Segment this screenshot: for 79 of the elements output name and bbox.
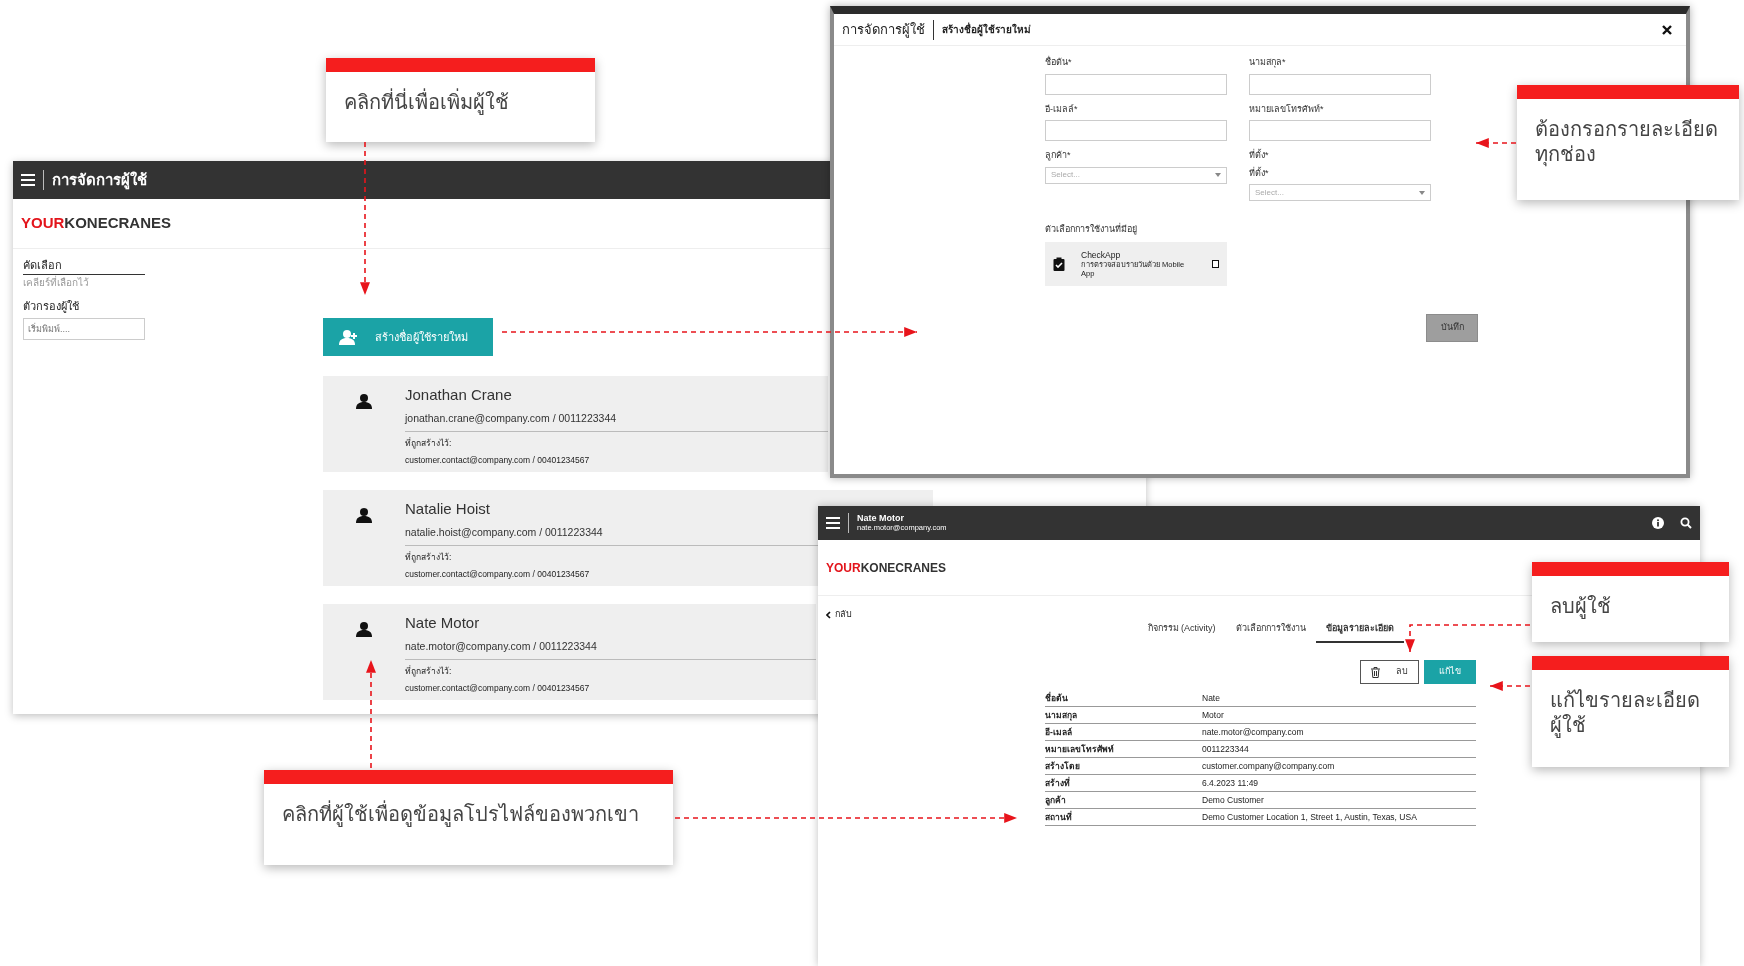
caret-down-icon bbox=[1215, 173, 1221, 177]
created-by-value: customer.contact@company.com / 00401234567 bbox=[405, 682, 590, 695]
user-name: Nate Motor bbox=[405, 613, 480, 633]
field-label: ที่ตั้ง* bbox=[1249, 166, 1270, 180]
page-title: การจัดการผู้ใช้ bbox=[52, 169, 147, 192]
menu-icon[interactable] bbox=[826, 517, 840, 529]
user-contact: nate.motor@company.com / 0011223344 bbox=[405, 638, 597, 654]
detail-label: นามสกุล bbox=[1045, 706, 1202, 724]
created-by-label: ที่ถูกสร้างไว้: bbox=[405, 437, 452, 450]
app-name: CheckApp bbox=[1081, 248, 1122, 260]
text-input[interactable] bbox=[1045, 120, 1227, 141]
user-card[interactable]: Jonathan Crane jonathan.crane@company.com / 0011223344 ที่ถูกสร้างไว้: customer.contact@company.com / 00401234567 bbox=[323, 376, 828, 472]
user-icon bbox=[356, 393, 372, 409]
detail-value: customer.company@company.com bbox=[1202, 757, 1476, 775]
detail-value: Motor bbox=[1202, 706, 1476, 724]
user-name: Natalie Hoist bbox=[405, 499, 491, 519]
callout-text: คลิกที่นี่เพื่อเพิ่มผู้ใช้ bbox=[326, 58, 595, 142]
trash-icon bbox=[1371, 666, 1380, 678]
detail-label: ชื่อต้น bbox=[1045, 690, 1202, 707]
tab[interactable]: กิจกรรม (Activity) bbox=[1137, 619, 1226, 643]
field-label: ชื่อต้น* bbox=[1045, 56, 1073, 69]
detail-value: Nate bbox=[1202, 690, 1476, 707]
created-by-value: customer.contact@company.com / 00401234567 bbox=[405, 568, 590, 581]
field-label: อี-เมลล์* bbox=[1045, 102, 1079, 116]
options-label: ตัวเลือกการใช้งานที่มีอยู่ bbox=[1045, 223, 1138, 237]
user-contact: jonathan.crane@company.com / 0011223344 bbox=[405, 410, 617, 426]
detail-value: nate.motor@company.com bbox=[1202, 723, 1476, 741]
dashed-arrow bbox=[1475, 138, 1517, 148]
user-icon bbox=[356, 621, 372, 637]
field-label: นามสกุล* bbox=[1249, 56, 1287, 70]
detail-value: 0011223344 bbox=[1202, 740, 1476, 758]
chevron-left-icon bbox=[826, 610, 831, 619]
tab[interactable]: ข้อมูลรายละเอียด bbox=[1315, 619, 1404, 643]
callout-text: คลิกที่ผู้ใช้เพื่อดูข้อมูลโปรไฟล์ของพวกเขา bbox=[264, 770, 673, 865]
user-name: Jonathan Crane bbox=[405, 385, 512, 405]
created-by-label: ที่ถูกสร้างไว้: bbox=[405, 665, 452, 678]
user-name: Nate Motor bbox=[857, 513, 905, 524]
field-label: ที่ตั้ง* bbox=[1249, 149, 1270, 162]
created-by-label: ที่ถูกสร้างไว้: bbox=[405, 551, 452, 564]
callout-text: ลบผู้ใช้ bbox=[1532, 562, 1729, 642]
filter-label: ตัวกรองผู้ใช้ bbox=[23, 298, 80, 314]
clipboard-check-icon bbox=[1053, 256, 1065, 271]
detail-label: ลูกค้า bbox=[1045, 791, 1202, 809]
search-icon[interactable] bbox=[1680, 517, 1692, 529]
callout-text: แก้ไขรายละเอียดผู้ใช้ bbox=[1532, 656, 1729, 767]
sort-label: คัดเลือก bbox=[23, 257, 145, 275]
detail-label: หมายเลขโทรศัพท์ bbox=[1045, 740, 1202, 758]
detail-label: สร้างที่ bbox=[1045, 774, 1202, 792]
user-icon bbox=[356, 507, 372, 523]
detail-label: อี-เมลล์ bbox=[1045, 723, 1202, 741]
dialog-title: การจัดการผู้ใช้ bbox=[842, 20, 925, 40]
back-link[interactable]: กลับ bbox=[818, 608, 860, 622]
tab[interactable]: ตัวเลือกการใช้งาน bbox=[1225, 619, 1316, 643]
close-icon[interactable] bbox=[1662, 24, 1672, 35]
detail-label: สถานที่ bbox=[1045, 808, 1202, 826]
field-label: ลูกค้า* bbox=[1045, 149, 1072, 163]
user-plus-icon bbox=[339, 329, 359, 345]
dialog-subtitle: สร้างชื่อผู้ใช้รายใหม่ bbox=[942, 22, 1031, 37]
text-input[interactable] bbox=[1045, 73, 1227, 95]
field-label: หมายเลขโทรศัพท์* bbox=[1249, 102, 1325, 116]
text-input[interactable] bbox=[1249, 120, 1431, 141]
checkbox[interactable] bbox=[1211, 259, 1219, 268]
delete-button[interactable]: ลบ bbox=[1360, 660, 1419, 684]
info-icon[interactable] bbox=[1652, 517, 1664, 529]
menu-icon[interactable] bbox=[21, 174, 35, 186]
dashed-arrow bbox=[1489, 681, 1531, 691]
logo: YOURKONECRANES bbox=[21, 213, 172, 234]
caret-down-icon bbox=[1419, 190, 1425, 195]
user-card[interactable]: Nate Motor nate.motor@company.com / 0011223344 ที่ถูกสร้างไว้: customer.contact@company.com / 00401234567 bbox=[323, 604, 816, 700]
callout-text: ต้องกรอกรายละเอียดทุกช่อง bbox=[1517, 85, 1739, 200]
save-button[interactable]: บันทึก bbox=[1426, 313, 1478, 342]
user-contact: natalie.hoist@company.com / 0011223344 bbox=[405, 524, 603, 540]
detail-value: 6.4.2023 11:49 bbox=[1202, 774, 1476, 792]
detail-value: Demo Customer bbox=[1202, 791, 1476, 809]
detail-label: สร้างโดย bbox=[1045, 757, 1202, 775]
created-by-value: customer.contact@company.com / 00401234567 bbox=[405, 454, 590, 467]
text-input[interactable] bbox=[1249, 73, 1431, 95]
detail-value: Demo Customer Location 1, Street 1, Austin, Texas, USA bbox=[1202, 808, 1476, 826]
filter-input[interactable]: เริ่มพิมพ์.... bbox=[23, 318, 145, 340]
